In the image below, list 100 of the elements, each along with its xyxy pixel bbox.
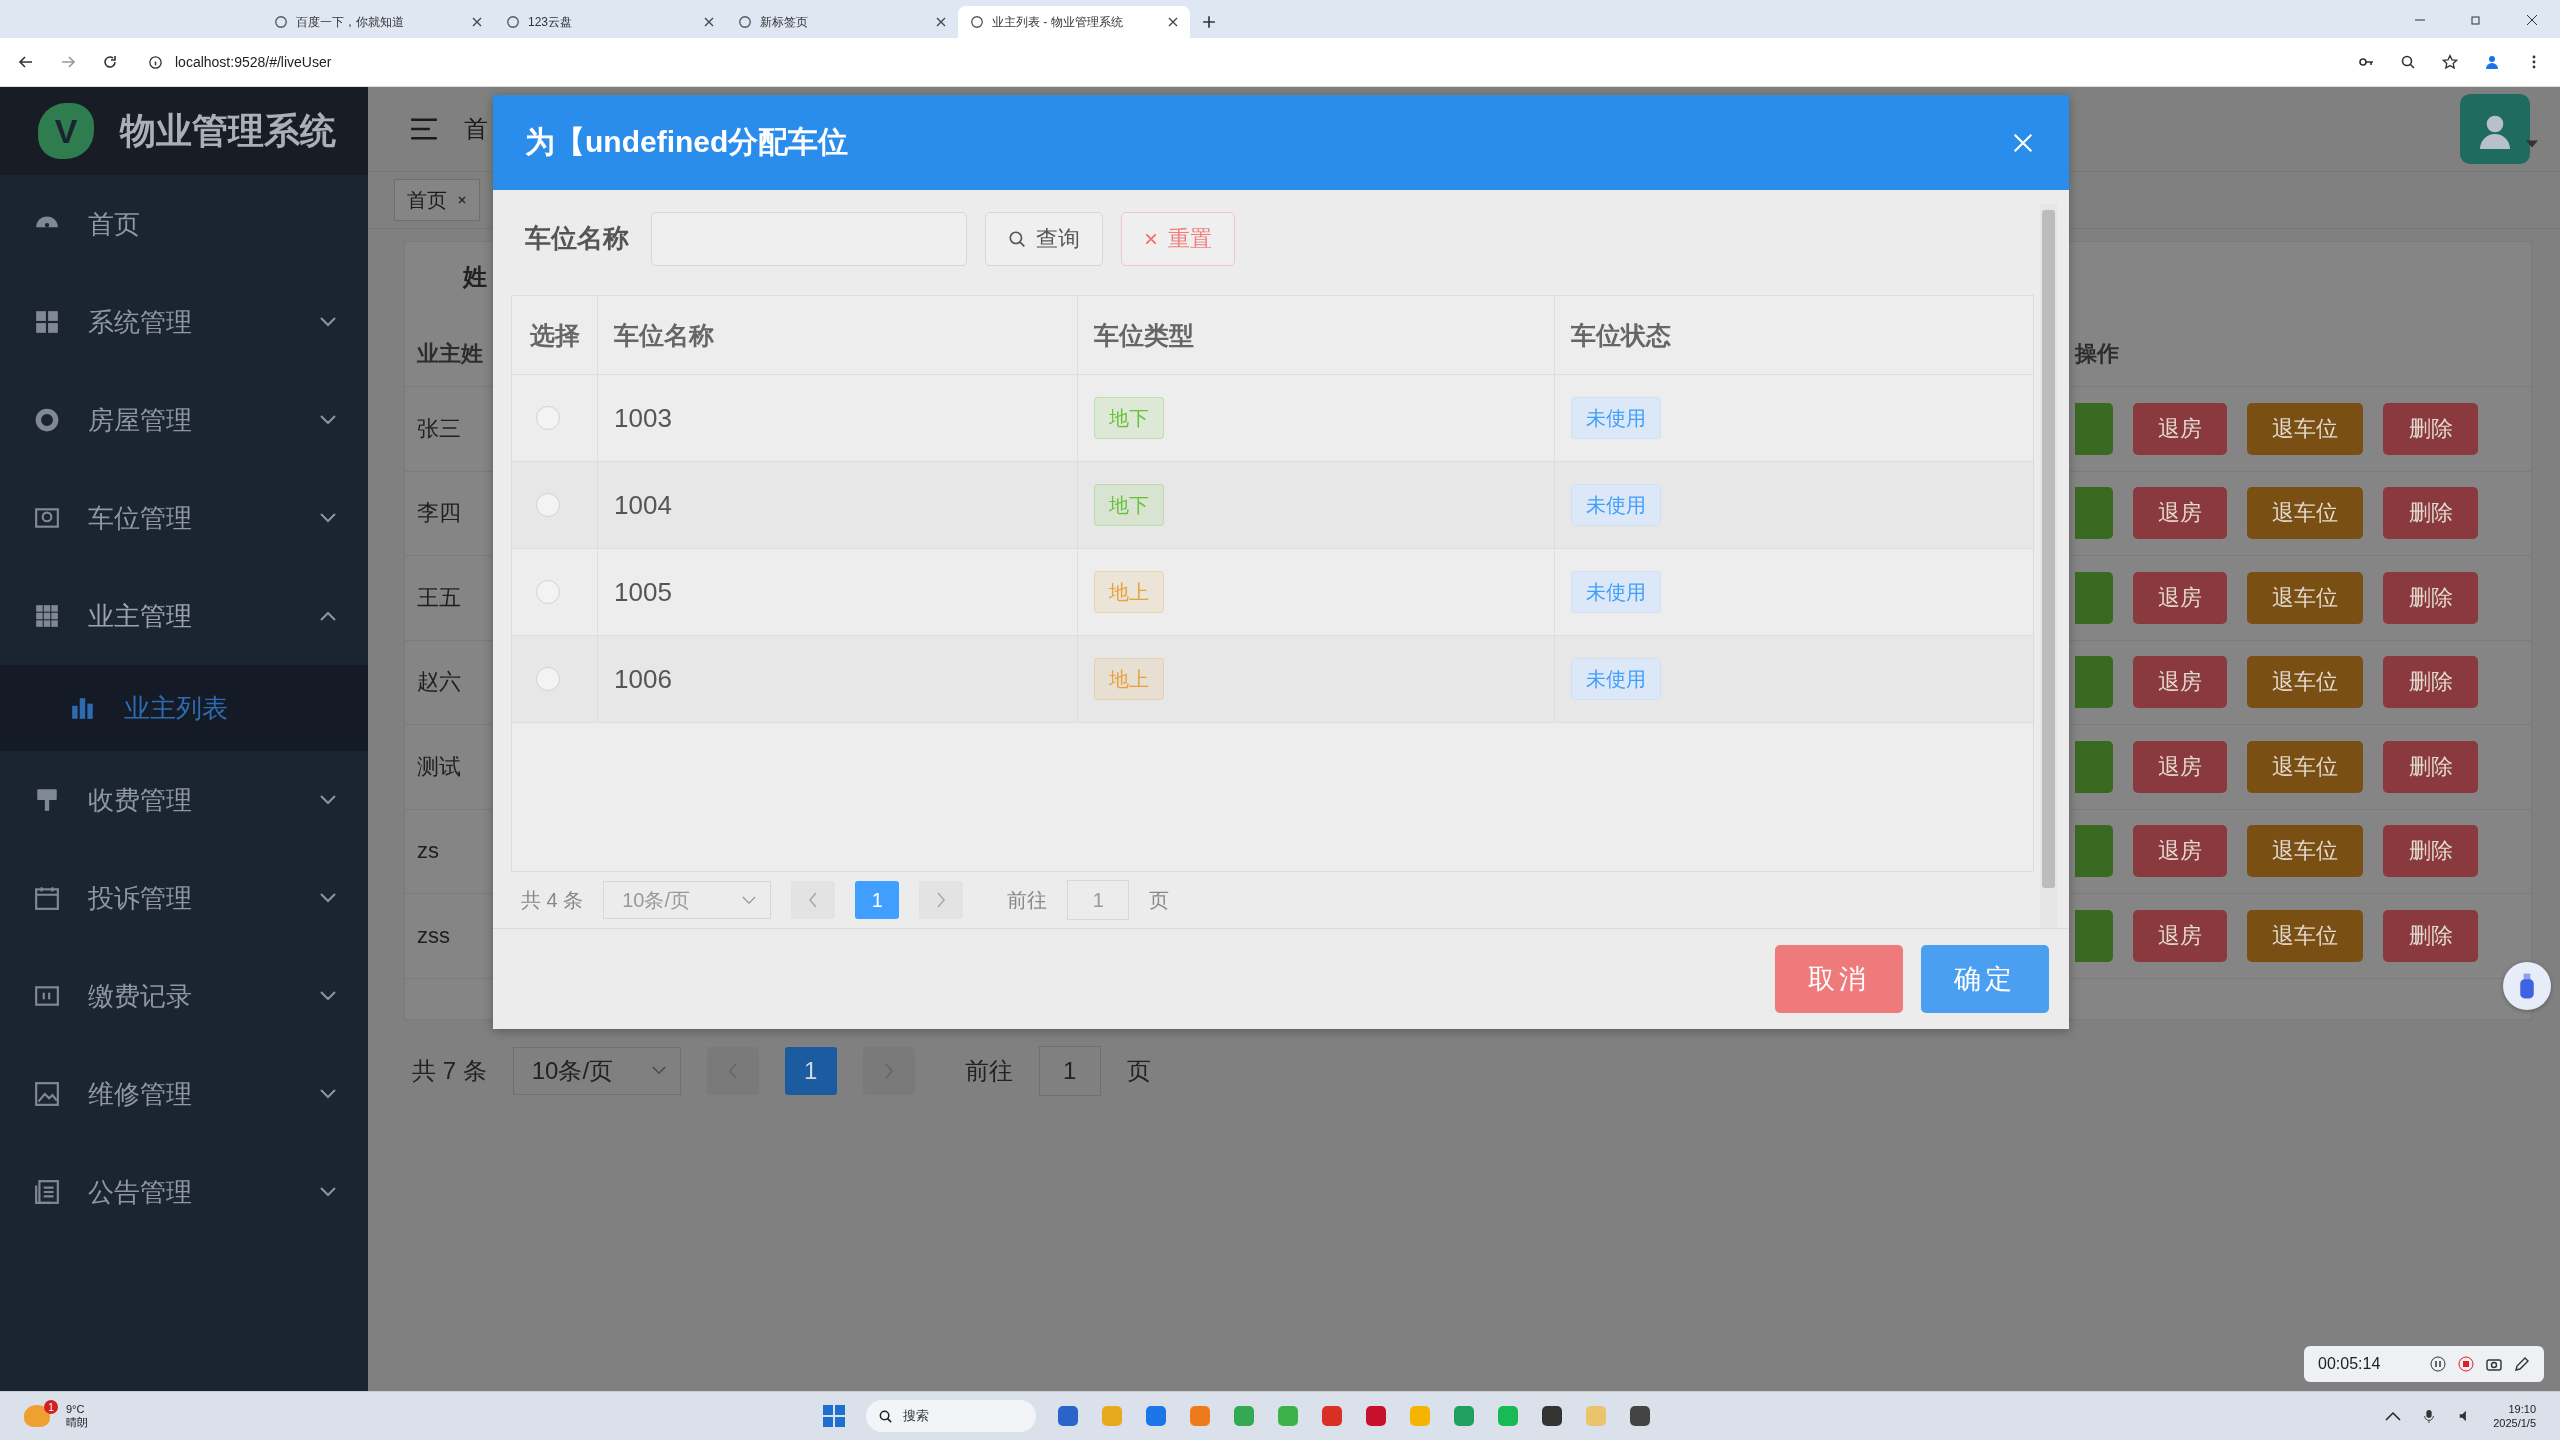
taskbar-search[interactable]: 搜索 <box>865 1400 1036 1432</box>
action-button[interactable]: 退房 <box>2133 740 2227 793</box>
action-button[interactable]: 退车位 <box>2247 402 2363 455</box>
pause-icon[interactable] <box>2430 1356 2446 1372</box>
menu-item[interactable]: 投诉管理 <box>0 849 368 947</box>
action-button[interactable]: 退车位 <box>2247 571 2363 624</box>
address-field[interactable]: localhost:9528/#/liveUser <box>138 45 2338 79</box>
close-icon[interactable] <box>1168 17 1178 27</box>
radio-button[interactable] <box>536 493 560 518</box>
windows-icon[interactable] <box>821 1404 846 1428</box>
plus-icon[interactable] <box>1202 15 1216 29</box>
caret-icon[interactable] <box>2526 140 2538 148</box>
close-icon <box>1144 231 1158 246</box>
action-button[interactable]: 删除 <box>2383 825 2478 878</box>
close-icon[interactable] <box>472 17 482 27</box>
app-icon[interactable] <box>1627 1404 1652 1428</box>
info-icon <box>148 54 163 70</box>
goto-label: 前往 <box>964 1055 1013 1086</box>
action-button[interactable]: 删除 <box>2383 571 2478 624</box>
calendar-icon <box>34 885 60 911</box>
chevron-up-icon[interactable] <box>2385 1409 2402 1423</box>
page-number[interactable]: 1 <box>784 1046 837 1095</box>
input-field[interactable] <box>651 211 967 266</box>
menu-item[interactable]: 缴费记录 <box>0 947 368 1045</box>
close-icon[interactable] <box>936 17 946 27</box>
profile-icon[interactable] <box>2484 54 2500 70</box>
field-label: 车位名称 <box>525 222 629 256</box>
column-header: 业主姓 <box>416 340 484 368</box>
confirm-button[interactable]: 确定 <box>1921 945 2049 1013</box>
browser-tab[interactable]: 业主列表 - 物业管理系统 <box>958 6 1190 38</box>
menu-item[interactable]: 车位管理 <box>0 469 368 567</box>
action-button[interactable]: 退房 <box>2133 402 2227 455</box>
search-button[interactable]: 查询 <box>985 211 1103 266</box>
breadcrumb-link[interactable]: 首 <box>464 113 488 145</box>
radio-button[interactable] <box>536 406 560 431</box>
action-button[interactable]: 退车位 <box>2247 740 2363 793</box>
action-button[interactable]: 退房 <box>2133 909 2227 962</box>
cancel-button[interactable]: 取消 <box>1775 945 1903 1013</box>
app-icon[interactable] <box>1363 1404 1388 1428</box>
weather-icon[interactable] <box>24 1405 50 1427</box>
action-button[interactable]: 删除 <box>2383 402 2478 455</box>
action-button[interactable]: 退房 <box>2133 571 2227 624</box>
grid-icon <box>34 309 60 335</box>
chevron-down-icon <box>320 317 336 327</box>
zoom-icon[interactable] <box>2400 54 2416 70</box>
restore-icon[interactable] <box>2470 14 2482 26</box>
avatar[interactable] <box>2460 94 2530 164</box>
browser-tab[interactable]: 新标签页 <box>726 6 958 38</box>
search-icon <box>1008 229 1026 248</box>
app-icon[interactable] <box>1539 1404 1564 1428</box>
reload-icon[interactable] <box>102 54 118 70</box>
star-icon[interactable] <box>2442 54 2458 70</box>
chevron-down-icon <box>320 513 336 523</box>
back-icon[interactable] <box>18 54 34 70</box>
menu-item[interactable]: 维修管理 <box>0 1045 368 1143</box>
chevron-down-icon <box>320 991 336 1001</box>
clock-date[interactable]: 2025/1/5 <box>2493 1416 2536 1430</box>
stop-icon[interactable] <box>2458 1356 2474 1372</box>
menu-item[interactable]: 首页 <box>0 175 368 273</box>
radio-button[interactable] <box>536 667 560 692</box>
close-icon[interactable] <box>2526 14 2538 26</box>
page-input[interactable]: 1 <box>1038 1045 1101 1096</box>
radio-button[interactable] <box>536 580 560 605</box>
action-button[interactable]: 退房 <box>2133 656 2227 709</box>
action-button[interactable]: 退车位 <box>2247 487 2363 540</box>
close-icon[interactable] <box>457 195 467 205</box>
chevron-down-icon <box>651 1066 666 1075</box>
camera-icon[interactable] <box>2486 1356 2502 1372</box>
tag-view[interactable]: 首页 <box>394 179 480 221</box>
chevron-left-icon <box>808 892 819 909</box>
forward-icon[interactable] <box>60 54 76 70</box>
browser-tab[interactable]: 百度一下，你就知道 <box>262 6 494 38</box>
scrollbar[interactable] <box>2040 204 2057 928</box>
action-button[interactable]: 退车位 <box>2247 909 2363 962</box>
dialog-title: 为【undefined分配车位 <box>525 124 849 160</box>
page-size-select[interactable]: 10条/页 <box>512 1046 681 1095</box>
menu-item[interactable]: 收费管理 <box>0 751 368 849</box>
submenu-item[interactable]: 业主列表 <box>0 665 368 751</box>
menu-item[interactable]: 业主管理 <box>0 567 368 665</box>
action-button[interactable]: 退房 <box>2133 825 2227 878</box>
logo: V <box>38 103 94 159</box>
action-button[interactable]: 退车位 <box>2247 825 2363 878</box>
pen-icon[interactable] <box>2514 1356 2530 1372</box>
field-label: 姓 <box>463 262 487 292</box>
browser-tab[interactable]: 123云盘 <box>494 6 726 38</box>
action-button[interactable]: 删除 <box>2383 909 2478 962</box>
menu-item[interactable]: 系统管理 <box>0 273 368 371</box>
menu-item[interactable]: 房屋管理 <box>0 371 368 469</box>
type-tag: 地上 <box>1094 571 1164 614</box>
app-icon[interactable] <box>1055 1404 1080 1428</box>
action-button[interactable]: 删除 <box>2383 487 2478 540</box>
menu-item[interactable]: 公告管理 <box>0 1143 368 1241</box>
close-icon[interactable] <box>704 17 714 27</box>
clock-time[interactable]: 19:10 <box>2508 1402 2536 1416</box>
action-button[interactable]: 退车位 <box>2247 656 2363 709</box>
action-button[interactable]: 删除 <box>2383 656 2478 709</box>
type-tag: 地下 <box>1094 484 1164 527</box>
page-number[interactable]: 1 <box>855 881 900 920</box>
action-button[interactable]: 删除 <box>2383 740 2478 793</box>
action-button[interactable]: 退房 <box>2133 487 2227 540</box>
